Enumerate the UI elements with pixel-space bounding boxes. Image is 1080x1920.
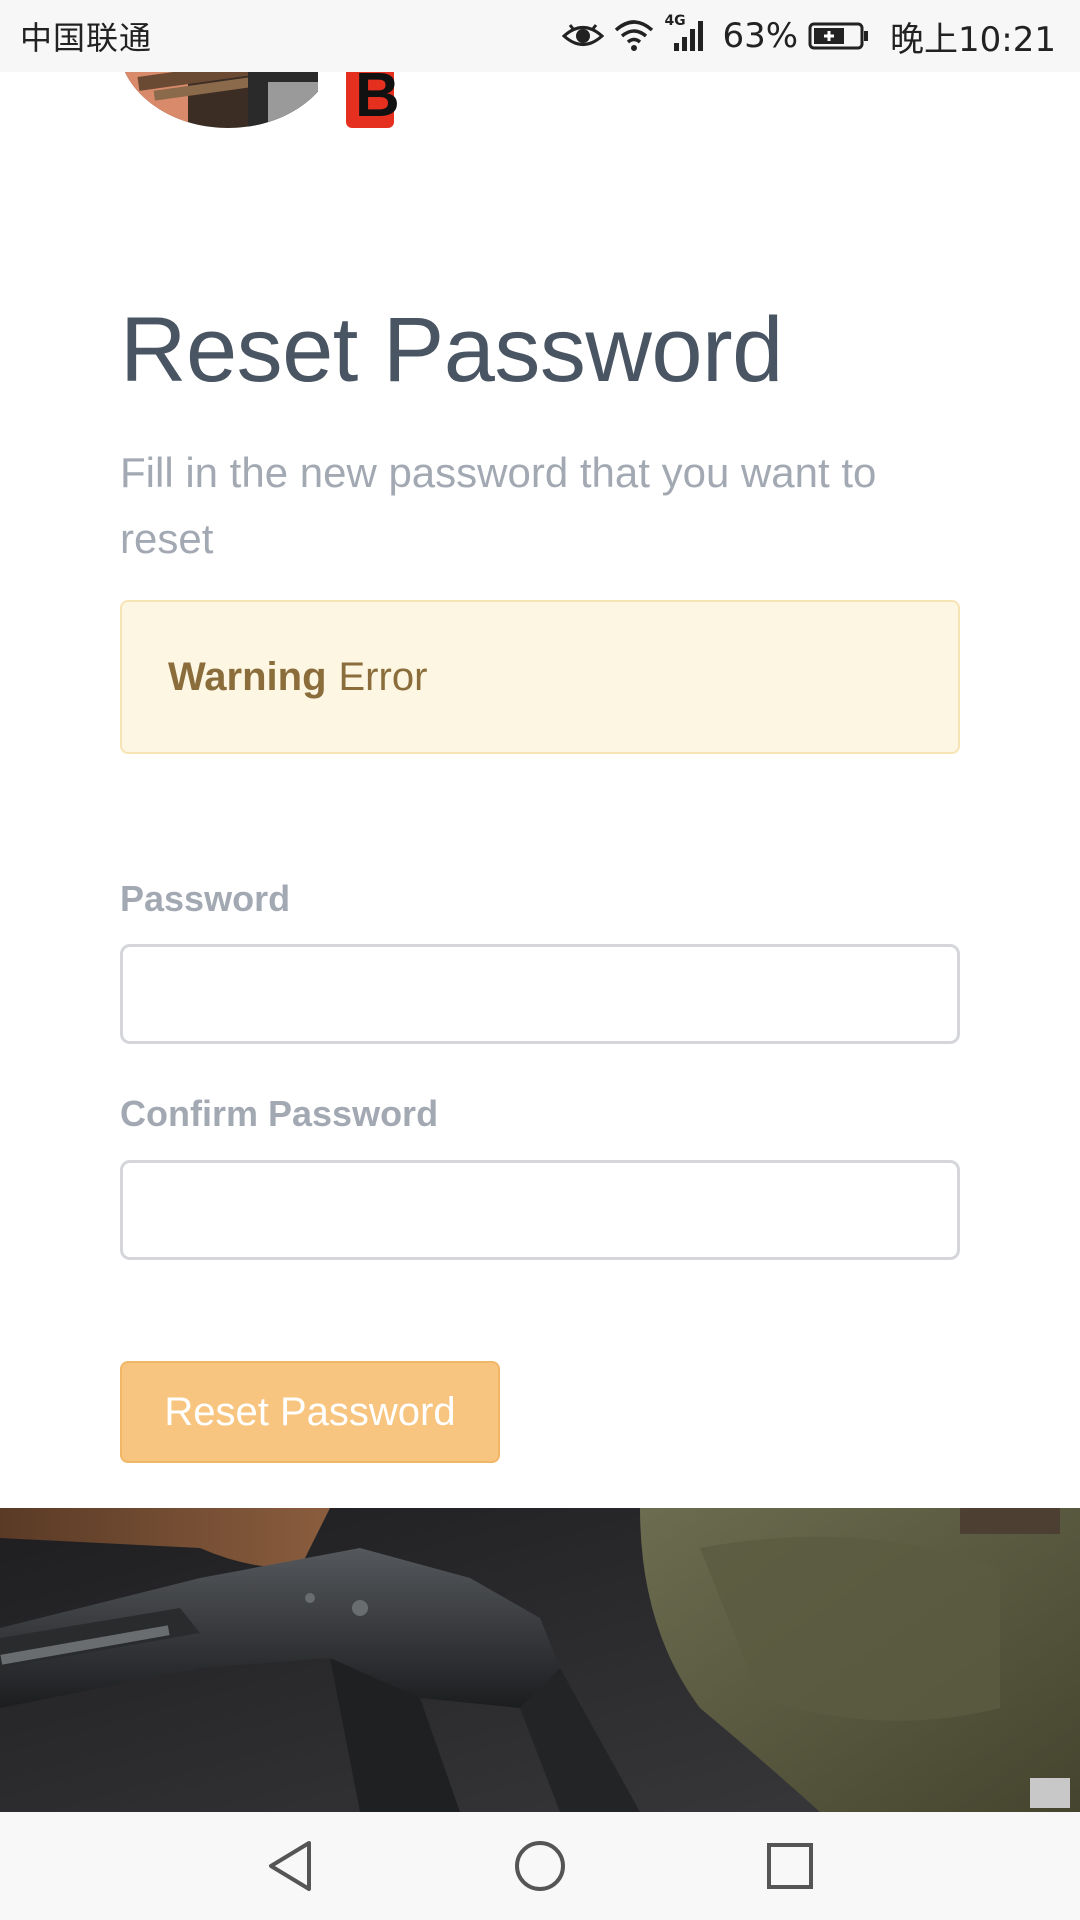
carrier-name: 中国联通 (20, 19, 153, 57)
password-label: Password (120, 878, 291, 919)
back-icon[interactable] (260, 1836, 320, 1896)
footer-image (0, 1508, 1080, 1812)
battery-percent: 63% (722, 16, 799, 56)
svg-text:B: B (355, 72, 400, 128)
alert-title: Warning (168, 654, 327, 699)
rifle-photo (0, 1508, 1080, 1812)
recents-icon[interactable] (760, 1836, 820, 1896)
screen: 中国联通 4G 63% 晚上10:21 B Reset Password Fil… (0, 0, 1080, 1920)
network-type: 4G (664, 13, 686, 29)
confirm-password-input[interactable] (120, 1160, 960, 1260)
battery-icon (808, 21, 870, 51)
navigation-bar (0, 1812, 1080, 1920)
page-subtitle: Fill in the new password that you want t… (120, 449, 877, 562)
logo-image: B (118, 72, 400, 128)
warning-alert: Warning Error (120, 600, 960, 754)
eye-icon (562, 21, 605, 51)
clock: 晚上10:21 (890, 19, 1056, 60)
password-input[interactable] (120, 944, 960, 1044)
status-bar: 中国联通 4G 63% 晚上10:21 (0, 0, 1080, 72)
brand-logo: B (118, 72, 418, 128)
wifi-icon (614, 20, 654, 52)
alert-message: Error (338, 654, 428, 699)
signal-icon: 4G (664, 13, 708, 53)
page-title: Reset Password (120, 299, 783, 401)
reset-password-button[interactable]: Reset Password (120, 1361, 500, 1463)
status-indicators: 4G 63% 晚上10:21 (562, 12, 1056, 61)
home-icon[interactable] (510, 1836, 570, 1896)
confirm-password-label: Confirm Password (120, 1093, 439, 1134)
